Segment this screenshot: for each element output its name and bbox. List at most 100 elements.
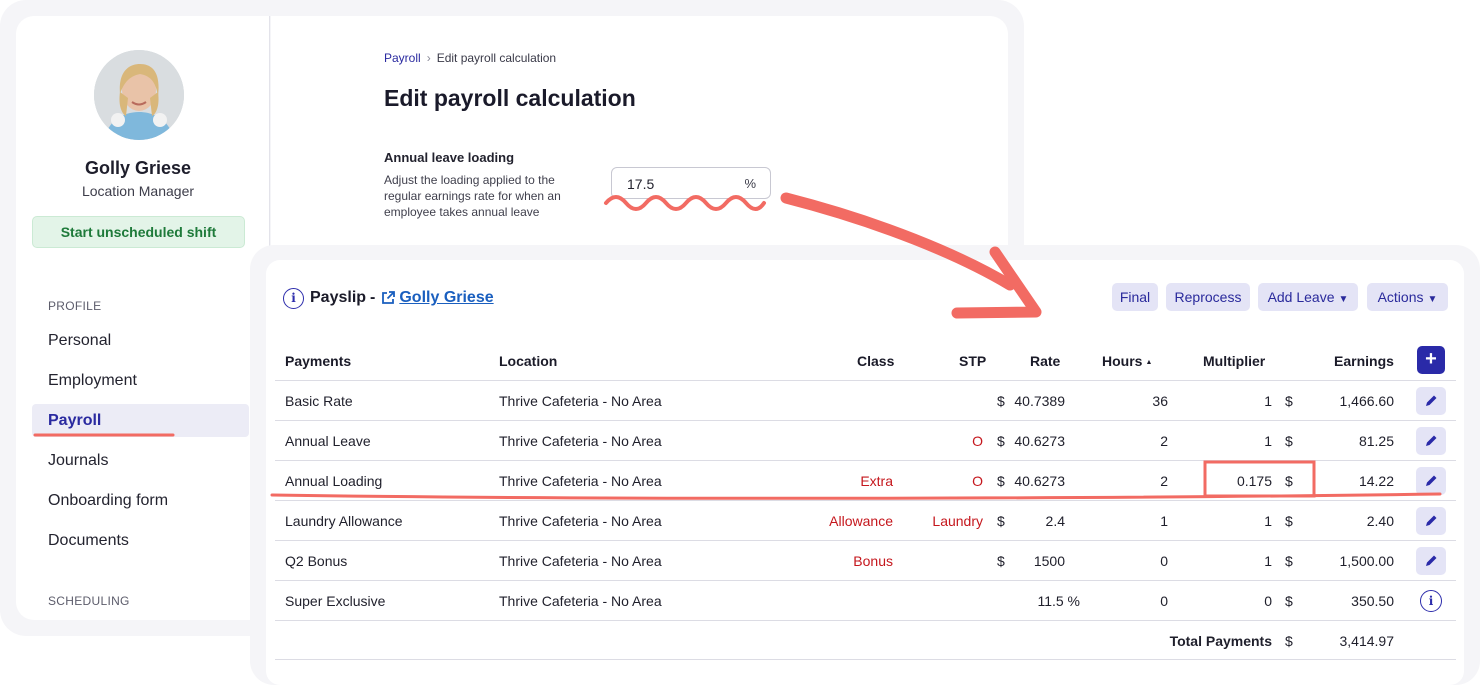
title-separator: - [370, 289, 376, 306]
edit-row-button[interactable] [1416, 427, 1446, 455]
payment-location: Thrive Cafeteria - No Area [499, 513, 662, 529]
rate-currency: $ [997, 393, 1005, 409]
multiplier-value: 0.175 [1236, 473, 1272, 489]
earnings-value: 1,466.60 [1339, 393, 1395, 409]
pencil-icon [1426, 515, 1437, 526]
add-payment-button[interactable]: + [1417, 346, 1445, 374]
earnings-currency: $ [1285, 513, 1293, 529]
stp-value: O [972, 473, 983, 489]
info-icon[interactable]: i [283, 287, 304, 309]
start-unscheduled-shift-button[interactable]: Start unscheduled shift [32, 216, 245, 248]
sidebar-item-employment[interactable]: Employment [48, 364, 260, 398]
edit-payroll-panel: Payroll › Edit payroll calculation Edit pa… [271, 16, 1008, 256]
table-row: Annual Leave Thrive Cafeteria - No Area … [275, 420, 1456, 460]
stp-value: Laundry [932, 513, 983, 529]
col-hours-label: Hours [1102, 353, 1143, 369]
edit-row-button[interactable] [1416, 467, 1446, 495]
rate-value: 40.6273 [1014, 433, 1065, 449]
add-leave-button[interactable]: Add Leave ▼ [1258, 283, 1358, 311]
total-row: Total Payments $ 3,414.97 [275, 620, 1456, 660]
pencil-icon [1426, 435, 1437, 446]
earnings-currency: $ [1285, 553, 1293, 569]
pencil-icon [1426, 395, 1437, 406]
payment-name: Annual Loading [285, 473, 383, 489]
hours-value: 0 [1160, 593, 1168, 609]
profile-name: Golly Griese [84, 158, 192, 178]
add-leave-label: Add Leave [1267, 289, 1335, 305]
reprocess-button[interactable]: Reprocess [1166, 283, 1250, 311]
earnings-value: 14.22 [1358, 473, 1394, 489]
edit-row-button[interactable] [1416, 507, 1446, 535]
actions-label: Actions [1377, 289, 1424, 305]
breadcrumb: Payroll › Edit payroll calculation [384, 51, 556, 65]
multiplier-value: 1 [1264, 433, 1272, 449]
breadcrumb-payroll-link[interactable]: Payroll [384, 51, 421, 65]
col-stp[interactable]: STP [959, 353, 986, 369]
rate-currency: $ [997, 553, 1005, 569]
earnings-currency: $ [1285, 433, 1293, 449]
multiplier-value: 1 [1264, 393, 1272, 409]
col-payments[interactable]: Payments [285, 353, 351, 369]
pencil-icon [1426, 555, 1437, 566]
payment-name: Annual Leave [285, 433, 371, 449]
rate-value: 2.4 [1045, 513, 1065, 529]
table-row: Basic Rate Thrive Cafeteria - No Area $ … [275, 380, 1456, 420]
sidebar-item-journals[interactable]: Journals [48, 444, 260, 478]
hours-value: 0 [1160, 553, 1168, 569]
multiplier-value: 1 [1264, 553, 1272, 569]
employee-link[interactable]: Golly Griese [399, 289, 493, 307]
multiplier-value: 1 [1264, 513, 1272, 529]
annual-leave-loading-input[interactable]: 17.5 % [611, 167, 771, 199]
payment-location: Thrive Cafeteria - No Area [499, 393, 662, 409]
info-icon[interactable]: i [1420, 590, 1442, 612]
payment-location: Thrive Cafeteria - No Area [499, 593, 662, 609]
table-row: Super Exclusive Thrive Cafeteria - No Ar… [275, 580, 1456, 620]
edit-row-button[interactable] [1416, 547, 1446, 575]
edit-row-button[interactable] [1416, 387, 1446, 415]
annual-leave-loading-label: Annual leave loading [384, 150, 515, 165]
earnings-value: 1,500.00 [1339, 553, 1395, 569]
col-hours[interactable]: Hours ▲ [1102, 353, 1152, 369]
col-multiplier[interactable]: Multiplier [1203, 353, 1265, 369]
scheduling-section-heading: SCHEDULING [48, 594, 130, 608]
sidebar-item-personal[interactable]: Personal [48, 324, 260, 358]
page-title: Edit payroll calculation [384, 85, 636, 111]
annual-leave-loading-value: 17.5 [627, 176, 655, 192]
earnings-currency: $ [1285, 473, 1293, 489]
profile-sidebar: Golly Griese Location Manager Start unsc… [16, 16, 270, 620]
col-rate[interactable]: Rate [1030, 353, 1060, 369]
total-currency: $ [1285, 633, 1293, 649]
hours-value: 2 [1160, 473, 1168, 489]
table-row: Laundry Allowance Thrive Cafeteria - No … [275, 500, 1456, 540]
col-class[interactable]: Class [857, 353, 894, 369]
final-button[interactable]: Final [1112, 283, 1158, 311]
actions-button[interactable]: Actions ▼ [1367, 283, 1448, 311]
sidebar-item-payroll[interactable]: Payroll [48, 404, 260, 438]
rate-value: 40.6273 [1014, 473, 1065, 489]
class-value: Extra [860, 473, 893, 489]
col-earnings[interactable]: Earnings [1334, 353, 1394, 369]
rate-value: 1500 [1033, 553, 1065, 569]
col-location[interactable]: Location [499, 353, 557, 369]
class-value: Allowance [829, 513, 893, 529]
payment-name: Super Exclusive [285, 593, 386, 609]
table-header: Payments Location Class STP Rate Hours ▲ … [275, 340, 1456, 380]
earnings-value: 81.25 [1358, 433, 1394, 449]
percent-unit: % [744, 176, 756, 191]
sort-ascending-icon: ▲ [1145, 359, 1153, 366]
payment-location: Thrive Cafeteria - No Area [499, 553, 662, 569]
hours-value: 2 [1160, 433, 1168, 449]
avatar [94, 50, 184, 140]
class-value: Bonus [853, 553, 893, 569]
sidebar-item-documents[interactable]: Documents [48, 524, 260, 558]
profile-section-heading: PROFILE [48, 299, 102, 313]
total-value: 3,414.97 [1339, 633, 1395, 649]
chevron-down-icon: ▼ [1427, 294, 1438, 305]
rate-currency: $ [997, 513, 1005, 529]
sidebar-item-onboarding-form[interactable]: Onboarding form [48, 484, 260, 518]
earnings-value: 2.40 [1366, 513, 1394, 529]
table-row: Annual Loading Thrive Cafeteria - No Are… [275, 460, 1456, 500]
earnings-currency: $ [1285, 393, 1293, 409]
external-link-icon [382, 291, 396, 304]
payment-name: Laundry Allowance [285, 513, 403, 529]
